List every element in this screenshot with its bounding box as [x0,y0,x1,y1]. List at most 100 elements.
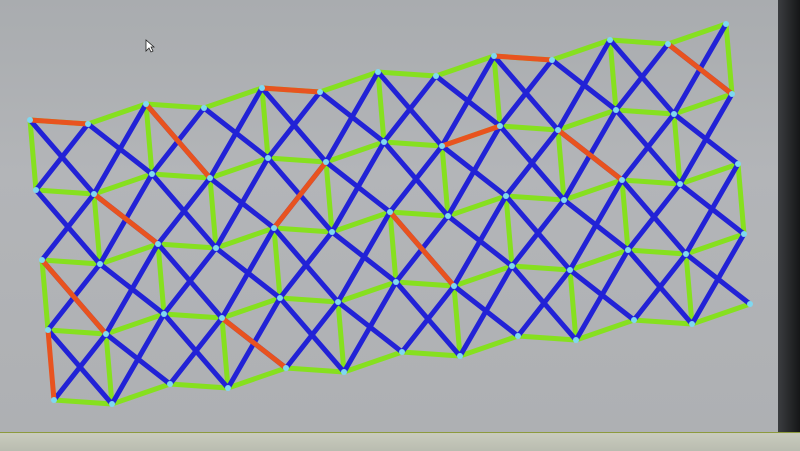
strut [219,315,289,371]
joint-node [97,261,103,267]
strut [498,124,534,165]
strut [510,264,546,305]
strut [33,187,97,197]
strut [516,301,546,338]
strut [550,58,586,87]
joint-node [317,89,323,95]
strut [619,177,631,253]
joint-node [283,365,289,371]
strut [40,225,70,262]
joint-node [167,381,173,387]
strut [51,397,115,407]
joint-node [503,193,509,199]
strut [683,251,695,327]
joint-node [155,241,161,247]
joint-node [341,369,347,375]
status-bar [0,432,800,451]
strut [451,283,463,359]
joint-node [555,127,561,133]
joint-node [381,139,387,145]
joint-node [747,301,753,307]
strut [393,279,457,289]
strut [52,365,82,402]
joint-node [375,69,381,75]
joint-node [515,333,521,339]
joint-node [677,181,683,187]
joint-node [433,73,439,79]
joint-node [613,107,619,113]
strut [607,37,671,47]
strut [503,193,515,269]
joint-node [225,385,231,391]
strut [382,140,418,181]
strut [678,182,714,211]
joint-node [201,105,207,111]
joint-node [631,317,637,323]
joint-node [625,247,631,253]
strut [91,191,103,267]
joint-node [393,279,399,285]
joint-node [109,401,115,407]
joint-node [259,85,265,91]
strut [34,188,70,229]
strut [271,225,283,301]
joint-node [149,171,155,177]
strut [504,161,534,198]
joint-node [213,245,219,251]
joint-node [683,251,689,257]
strut [284,333,314,370]
strut [567,267,579,343]
strut [394,280,430,321]
joint-node [491,53,497,59]
mouse-pointer-icon [145,39,155,53]
strut [619,177,683,187]
joint-node [335,299,341,305]
strut [671,111,683,187]
strut [161,311,225,321]
joint-node [33,187,39,193]
strut [555,127,567,203]
joint-node [561,197,567,203]
joint-node [277,295,283,301]
strut [156,209,186,246]
strut [375,69,387,145]
joint-node [85,121,91,127]
strut [278,296,314,337]
joint-node [457,353,463,359]
strut [207,175,219,251]
joint-node [735,161,741,167]
joint-node [143,101,149,107]
strut [271,225,335,235]
strut [45,327,109,337]
strut [283,365,347,375]
strut [735,161,747,237]
strut [503,193,567,203]
monitor-frame [0,0,800,451]
joint-node [509,263,515,269]
lattice-structure[interactable] [0,0,778,432]
joint-node [671,111,677,117]
strut [446,214,482,243]
strut [614,108,650,149]
strut [388,177,418,214]
joint-node [729,91,735,97]
strut [259,85,323,95]
joint-node [45,327,51,333]
joint-node [573,337,579,343]
strut [631,317,695,327]
strut [277,295,341,305]
strut [491,53,503,129]
strut [399,349,463,359]
joint-node [161,311,167,317]
strut [555,127,625,183]
joint-node [387,209,393,215]
strut [632,285,662,322]
strut [400,317,430,354]
joint-node [451,283,457,289]
joint-node [689,321,695,327]
joint-node [567,267,573,273]
joint-node [741,231,747,237]
strut [562,198,598,227]
strut [375,69,439,79]
3d-viewport[interactable] [0,0,778,432]
